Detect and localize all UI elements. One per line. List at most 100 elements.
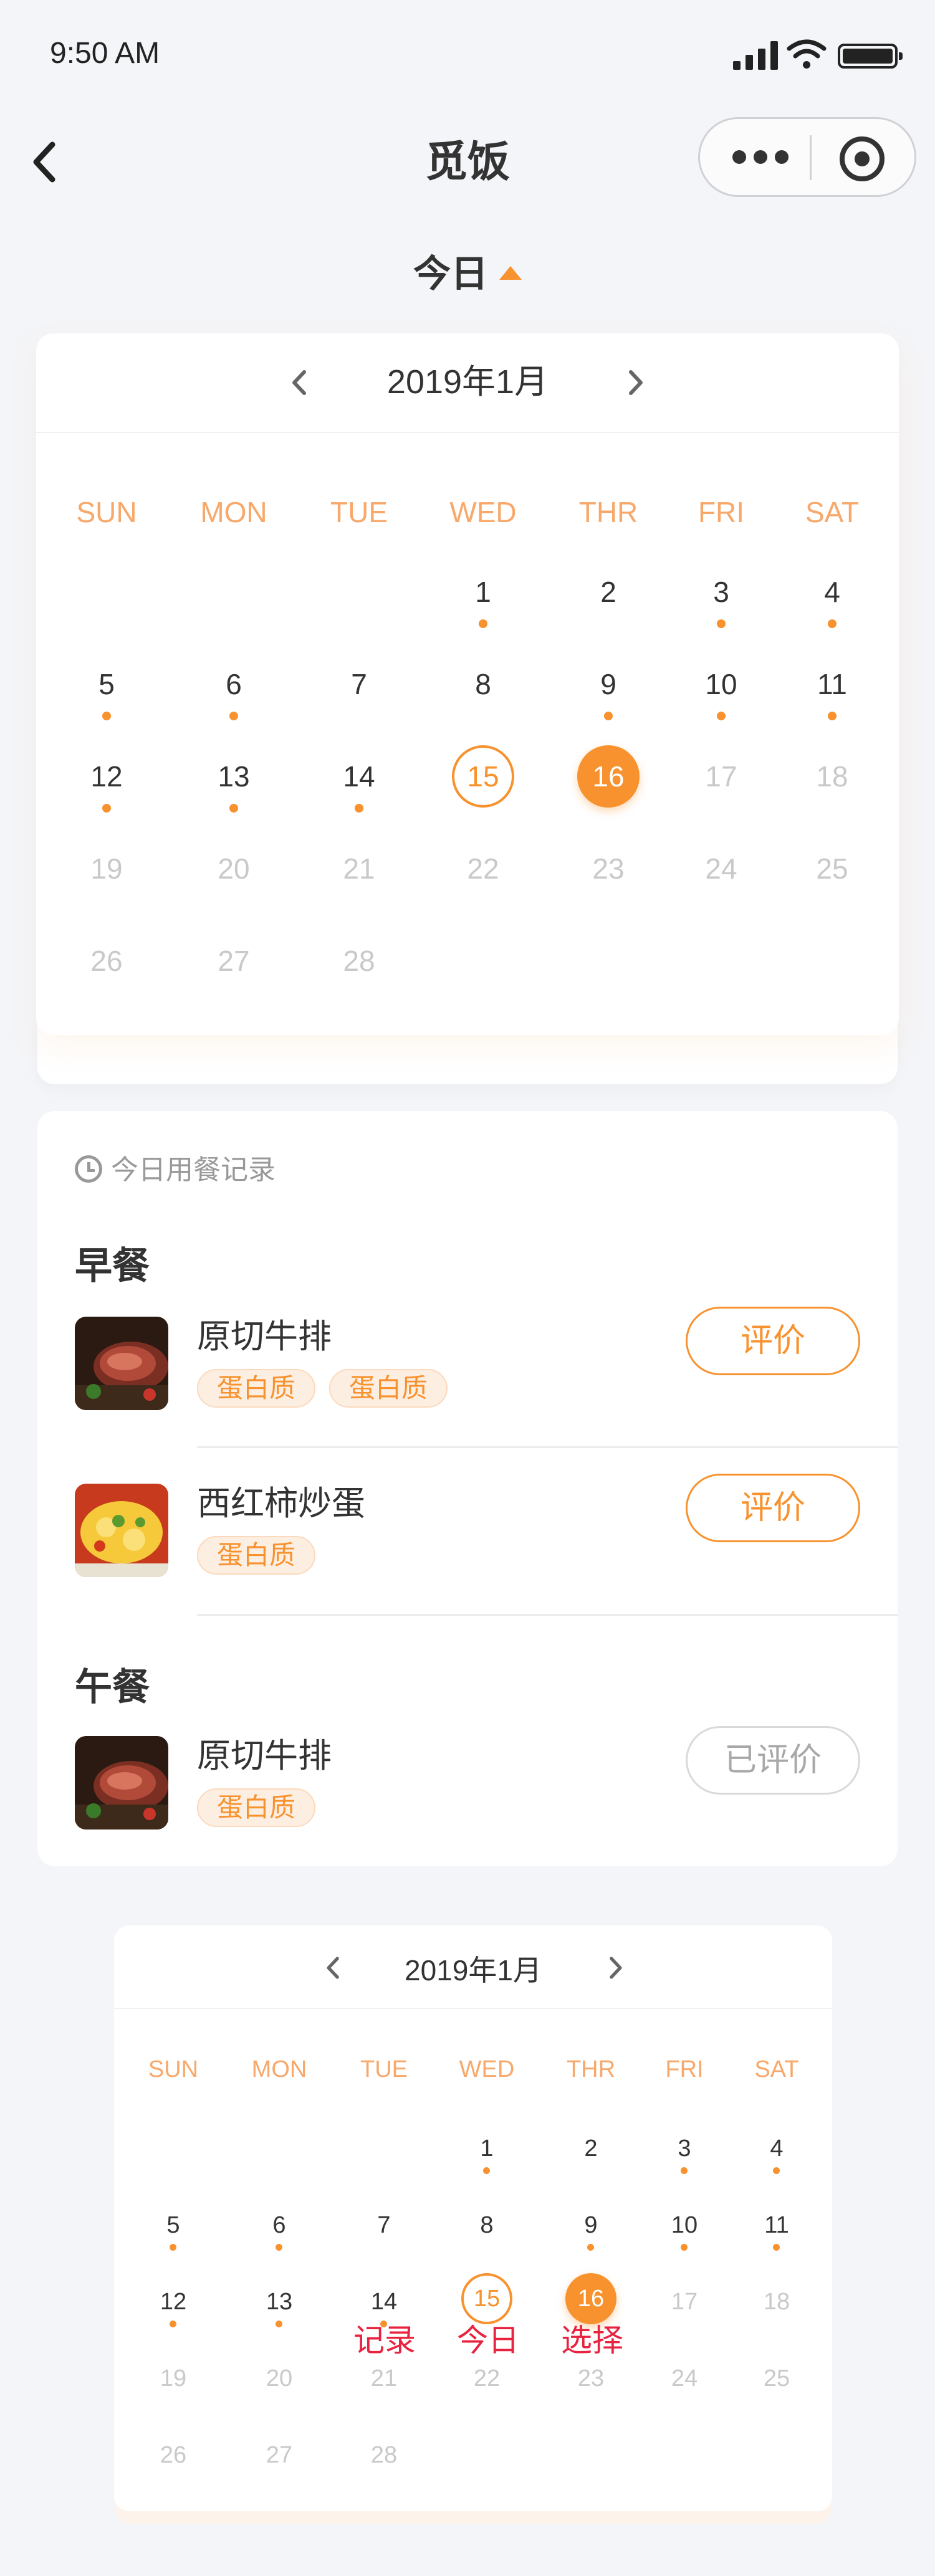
dish-name: 西红柿炒蛋 (197, 1485, 365, 1522)
record-dot (479, 619, 487, 628)
calendar-day[interactable]: 15 (433, 745, 533, 826)
calendar-day[interactable]: 9 (559, 665, 658, 734)
calendar-day[interactable]: 10 (671, 665, 771, 734)
calendar-day[interactable]: 9 (550, 2206, 631, 2275)
calendar-card: 2019年1月 SUN MON TUE WED THR FRI SAT 1234567891… (36, 333, 899, 1035)
dish-tags: 蛋白质 (197, 1788, 329, 1828)
calendar-day: 18 (763, 2289, 790, 2315)
calendar-day: 20 (266, 2365, 293, 2392)
weekday-row: SUN MON TUE WED THR FRI SAT (114, 2056, 832, 2100)
dish-item: 原切牛排 蛋白质 蛋白质 评价 (75, 1307, 860, 1416)
calendar-day: 26 (160, 2442, 187, 2468)
calendar-day[interactable]: 5 (57, 665, 156, 734)
weekday-label: TUE (330, 496, 388, 528)
weekday-label: FRI (665, 2056, 704, 2082)
meal-record-card: 今日用餐记录 早餐 原切牛排 蛋白质 蛋白质 评价 西红柿炒蛋 蛋白质 评价 午餐… (37, 1111, 898, 1866)
nutrition-tag: 蛋白质 (197, 1536, 316, 1575)
rated-button[interactable]: 已评价 (686, 1726, 860, 1795)
calendar-day[interactable]: 5 (133, 2206, 214, 2275)
weekday-label: THR (578, 496, 638, 528)
calendar-day[interactable]: 2 (559, 573, 658, 642)
record-dot (587, 2244, 594, 2251)
weekday-label: MON (200, 496, 267, 528)
calendar-day[interactable]: 11 (736, 2206, 817, 2275)
calendar-day[interactable]: 8 (433, 665, 533, 734)
weekday-row: SUN MON TUE WED THR FRI SAT (36, 495, 899, 539)
calendar-day: 26 (90, 945, 123, 977)
weekday-label: WED (459, 2056, 515, 2082)
calendar-day: 23 (592, 852, 625, 885)
calendar-month-label: 2019年1月 (405, 1954, 542, 1987)
calendar-day[interactable]: 1 (433, 573, 533, 642)
record-dot (717, 619, 726, 628)
record-dot (681, 2244, 688, 2251)
weekday-label: MON (251, 2056, 307, 2082)
close-miniprogram-icon[interactable] (840, 136, 885, 181)
calendar-day[interactable]: 3 (644, 2130, 725, 2198)
next-month-icon[interactable] (620, 367, 651, 398)
calendar-day[interactable]: 2 (550, 2130, 631, 2198)
calendar-day[interactable]: 13 (239, 2283, 320, 2352)
more-options-icon[interactable] (732, 150, 789, 165)
clock-icon (75, 1155, 102, 1183)
today-toggle[interactable]: 今日 (0, 249, 935, 299)
dish-name: 原切牛排 (197, 1737, 332, 1775)
nutrition-tag: 蛋白质 (197, 1369, 316, 1408)
record-dot (276, 2321, 282, 2327)
mini-program-capsule (698, 117, 916, 197)
record-dot (773, 2167, 780, 2174)
calendar-day: 22 (467, 852, 499, 885)
dish-image-steak (75, 1736, 168, 1829)
calendar-day: 27 (266, 2442, 293, 2468)
calendar-day[interactable]: 12 (57, 758, 156, 826)
caret-up-icon (499, 266, 522, 280)
today-toggle-label: 今日 (413, 253, 488, 295)
dish-tags: 蛋白质 (197, 1536, 329, 1576)
record-dot (170, 2244, 176, 2251)
weekday-label: WED (449, 496, 517, 528)
record-dot (276, 2244, 282, 2251)
calendar-day: 27 (218, 945, 250, 977)
record-dot (681, 2167, 688, 2174)
annotation-select: 选择 (561, 2323, 623, 2358)
record-dot (170, 2321, 176, 2327)
calendar-day: 18 (816, 760, 848, 793)
annotation-record: 记录 (353, 2323, 416, 2358)
calendar-day[interactable]: 12 (133, 2283, 214, 2352)
calendar-month-label: 2019年1月 (386, 363, 549, 401)
rate-button[interactable]: 评价 (686, 1474, 860, 1542)
calendar-day[interactable]: 11 (782, 665, 882, 734)
calendar-day[interactable]: 7 (309, 665, 409, 734)
calendar-day[interactable]: 4 (736, 2130, 817, 2198)
calendar-day[interactable]: 4 (782, 573, 882, 642)
calendar-header: 2019年1月 (36, 333, 899, 433)
next-month-icon[interactable] (602, 1954, 629, 1982)
calendar-day[interactable]: 1 (446, 2130, 527, 2198)
calendar-day[interactable]: 6 (239, 2206, 320, 2275)
dish-image-steak (75, 1317, 168, 1410)
nutrition-tag: 蛋白质 (329, 1369, 448, 1408)
dish-tags: 蛋白质 蛋白质 (197, 1369, 461, 1409)
dish-name: 原切牛排 (197, 1318, 332, 1355)
calendar-day[interactable]: 3 (671, 573, 771, 642)
calendar-day[interactable]: 16 (559, 745, 658, 826)
calendar-day: 17 (705, 760, 737, 793)
weekday-label: SUN (76, 496, 137, 528)
dish-image-eggs (75, 1484, 168, 1577)
meal-section-title: 午餐 (75, 1666, 150, 1708)
calendar-day[interactable]: 8 (446, 2206, 527, 2275)
calendar-day: 17 (671, 2289, 698, 2315)
record-dot (102, 712, 111, 720)
calendar-day[interactable]: 10 (644, 2206, 725, 2275)
nav-bar: 觅饭 (0, 112, 935, 212)
calendar-day[interactable]: 14 (309, 758, 409, 826)
weekday-label: SAT (754, 2056, 799, 2082)
calendar-day[interactable]: 7 (343, 2206, 424, 2275)
calendar-day[interactable]: 13 (184, 758, 284, 826)
calendar-day[interactable]: 6 (184, 665, 284, 734)
weekday-label: FRI (698, 496, 745, 528)
rate-button[interactable]: 评价 (686, 1307, 860, 1375)
calendar-day: 25 (763, 2365, 790, 2392)
annotation-today: 今日 (457, 2323, 519, 2358)
calendar-day: 24 (671, 2365, 698, 2392)
